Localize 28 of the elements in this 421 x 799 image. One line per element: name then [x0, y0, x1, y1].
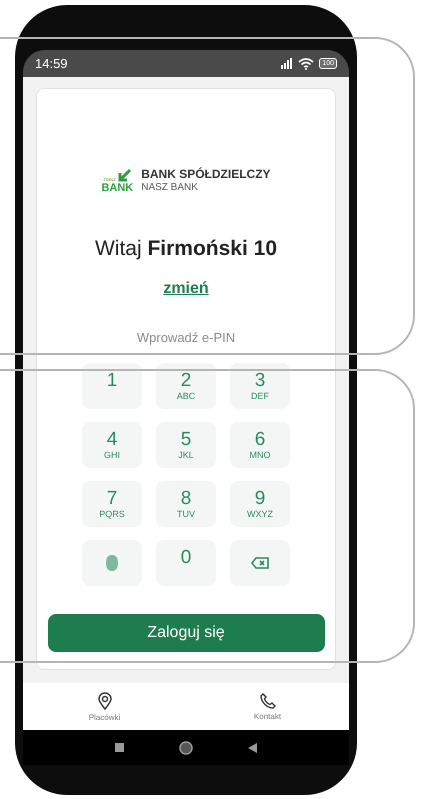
keypad-key[interactable]: 2 ABC — [156, 363, 216, 409]
keypad-key[interactable]: 1 — [82, 363, 142, 409]
bank-subtitle: NASZ BANK — [141, 182, 199, 195]
nav-item[interactable]: Placówki — [74, 692, 134, 722]
backspace-key[interactable] — [230, 540, 290, 586]
login-button[interactable]: Zaloguj się — [48, 614, 324, 652]
location-pin-icon — [98, 692, 112, 710]
bank-name: BANK SPÓŁDZIELCZY — [141, 167, 271, 182]
fingerprint-icon — [105, 554, 119, 572]
keypad-key[interactable]: 7 PQRS — [82, 481, 142, 527]
keypad-key[interactable]: 0 — [156, 540, 216, 586]
home-icon[interactable] — [179, 740, 193, 754]
keypad-key[interactable]: 6 MNO — [230, 422, 290, 468]
pin-prompt: Wprowadź e-PIN — [136, 330, 236, 346]
wifi-icon — [298, 58, 314, 70]
greeting-text: Witaj Firmoński 10 — [94, 236, 278, 262]
phone-icon — [260, 692, 276, 708]
keypad-key[interactable]: 8 TUV — [156, 481, 216, 527]
fingerprint-key[interactable] — [82, 540, 142, 586]
status-time: 14:59 — [35, 54, 68, 73]
keypad-key[interactable]: 9 WXYZ — [230, 481, 290, 527]
nav-item[interactable]: Kontakt — [238, 692, 298, 720]
backspace-icon — [251, 557, 269, 569]
keypad-key[interactable]: 4 GHI — [82, 422, 142, 468]
keypad-key[interactable]: 3 DEF — [230, 363, 290, 409]
change-link[interactable]: zmień — [163, 278, 209, 300]
back-icon[interactable] — [248, 742, 257, 752]
keypad-key[interactable]: 5 JKL — [156, 422, 216, 468]
